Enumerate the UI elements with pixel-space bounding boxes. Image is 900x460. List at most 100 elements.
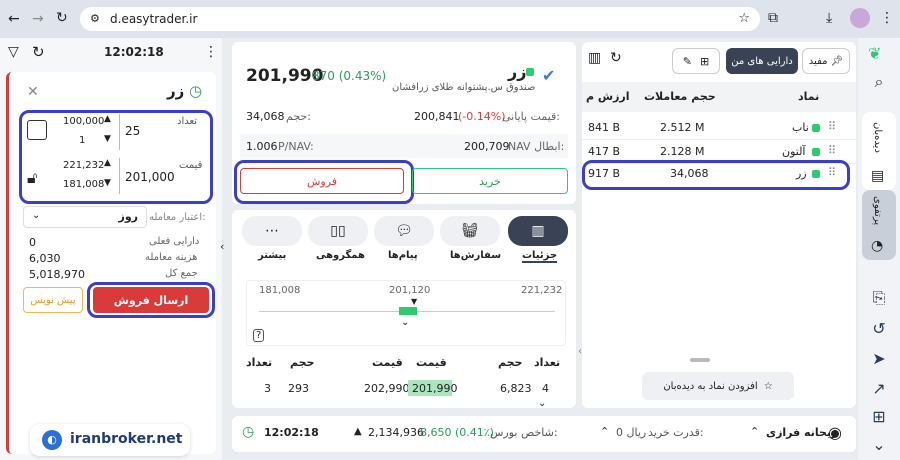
book-count-sell: 3 — [264, 382, 271, 395]
profile-avatar[interactable] — [850, 8, 870, 28]
scroll-indicator — [690, 358, 710, 362]
tab-mofid[interactable]: مفید 📌︎ — [802, 48, 850, 74]
price-range: 181,008 201,120 221,232 ▼ ⌄ ? — [246, 280, 566, 346]
tab-details[interactable]: جزئیات — [522, 250, 558, 263]
download-icon[interactable]: ⤓ — [826, 10, 832, 26]
table-row[interactable]: 841 B 2.512 M ناب ⠿ — [582, 116, 856, 140]
extensions-icon[interactable]: ⧉ — [768, 10, 778, 26]
filter-icon[interactable]: ▽ — [8, 44, 19, 60]
col-symbol: نماد — [798, 90, 820, 103]
help-icon[interactable]: ? — [253, 329, 265, 342]
history-icon[interactable]: ↺ — [865, 314, 893, 342]
status-dot — [812, 124, 820, 132]
row-symbol: زر — [796, 167, 807, 180]
row-volume: 2.128 M — [660, 145, 705, 158]
qty-input[interactable]: 25 — [125, 124, 140, 138]
reload-icon[interactable]: ↻ — [56, 10, 68, 26]
drag-handle-icon[interactable]: ⠿ — [828, 166, 836, 179]
chart-icon[interactable]: ↗ — [865, 374, 893, 402]
drag-handle-icon[interactable]: ⠿ — [828, 144, 836, 157]
search-icon[interactable]: ⌕ — [865, 68, 893, 96]
divider — [119, 114, 120, 150]
columns-icon[interactable]: ▥ — [588, 50, 601, 66]
pin-icon: 📌︎ — [830, 55, 844, 67]
total-value: 5,018,970 — [29, 268, 85, 281]
refresh-icon[interactable]: ↻ — [32, 43, 45, 61]
rail-portfolio-label: پرتفوی — [872, 196, 883, 226]
add-symbol-label: افزودن نماد به دیده‌بان — [663, 380, 758, 392]
tab-messages[interactable]: پیام‌ها — [388, 250, 418, 261]
calculator-icon[interactable] — [27, 120, 47, 140]
scroll-down-icon[interactable]: ⌄ — [538, 398, 546, 409]
book-header-vol-r: حجم — [290, 356, 315, 369]
close-icon[interactable]: ✕ — [27, 84, 39, 100]
tab-details-icon[interactable]: ▥ — [508, 216, 568, 246]
order-form: ✕ زر ◷ 100,000 1 ▲ ▼ تعداد 25 🔓︎ 221,232… — [6, 72, 216, 454]
price-up-icon[interactable]: ▲ — [104, 158, 111, 168]
watch-header: ارزش م حجم معاملات نماد — [582, 82, 856, 112]
expand-range-icon[interactable]: ⌄ — [401, 317, 409, 328]
user-chevron-icon[interactable]: ⌃ — [750, 425, 759, 438]
tab-peers-icon[interactable]: ▯▯ — [308, 216, 368, 246]
power-value: 0 ریال — [616, 426, 647, 439]
send-icon[interactable]: ➤ — [865, 344, 893, 372]
draft-button[interactable]: پیش نویس — [23, 287, 83, 313]
rail-chevron-icon[interactable]: ⌄ — [865, 430, 893, 458]
book-price-sell: 202,990 — [364, 382, 410, 395]
qty-max[interactable]: 100,000 — [63, 116, 104, 127]
user-icon[interactable]: ◉ — [828, 423, 842, 442]
index-value: 2,134,936 — [368, 426, 424, 439]
tab-more-icon[interactable]: ⋯ — [242, 216, 302, 246]
edit-icon[interactable]: ✎ — [683, 55, 692, 68]
send-sell-button[interactable]: ارسال فروش — [93, 287, 209, 313]
rail-portfolio[interactable]: پرتفوی ◔ — [862, 190, 896, 260]
price-min[interactable]: 181,008 — [63, 179, 104, 190]
credit-select[interactable]: ⌄ روز — [23, 206, 147, 228]
price-down-icon[interactable]: ▼ — [104, 178, 111, 188]
book-vol-sell: 293 — [288, 382, 309, 395]
index-up-icon: ▲ — [354, 426, 362, 437]
buy-button[interactable]: خرید — [412, 168, 568, 194]
collapse-left-icon[interactable]: ‹ — [220, 240, 224, 253]
orders-icon[interactable]: ⎘ — [865, 284, 893, 312]
bookmark-star-icon[interactable]: ☆ — [738, 11, 750, 26]
apps-icon[interactable]: ⊞ — [865, 402, 893, 430]
power-chevron-icon[interactable]: ⌃ — [600, 425, 609, 438]
unlock-icon[interactable]: 🔓︎ — [27, 168, 37, 188]
watch-refresh-icon[interactable]: ↻ — [610, 50, 622, 66]
divider — [119, 158, 120, 194]
sell-button[interactable]: فروش — [240, 168, 404, 194]
back-icon[interactable]: ← — [8, 11, 20, 27]
tab-peers[interactable]: همگروهی — [316, 250, 365, 261]
drag-handle-icon[interactable]: ⠿ — [828, 120, 836, 133]
more-vert-icon[interactable]: ⋮ — [204, 44, 218, 60]
tab-my-assets[interactable]: دارایی های من — [726, 48, 798, 74]
rail-watch[interactable]: دیده‌بان ▤ — [862, 112, 896, 190]
price-max[interactable]: 221,232 — [63, 160, 104, 171]
order-symbol: زر — [167, 82, 185, 100]
table-row[interactable]: 917 B 34,068 زر ⠿ — [586, 164, 850, 186]
add-list-icon[interactable]: ⊞ — [700, 55, 709, 68]
qty-min[interactable]: 1 — [79, 135, 85, 146]
add-star-icon: ☆ — [763, 380, 773, 392]
tab-orders[interactable]: سفارش‌ها — [450, 250, 501, 261]
row-symbol: ناب — [792, 121, 809, 134]
tab-more[interactable]: بیشتر — [258, 250, 286, 261]
total-label: جمع کل — [165, 268, 198, 279]
forward-icon[interactable]: → — [32, 11, 44, 27]
nav-label: NAV ابطال: — [508, 140, 565, 153]
tab-orders-icon[interactable]: 🧺︎ — [440, 216, 500, 246]
price-input[interactable]: 201,000 — [125, 170, 175, 184]
status-bar: ◷ 12:02:18 ▲ 2,134,936 8,650 (0.41٪) شاخ… — [232, 416, 856, 452]
user-name[interactable]: ریحانه فرازی — [766, 426, 837, 439]
browser-toolbar: ← → ↻ ⚙ d.easytrader.ir ☆ ⧉ ⤓ ⋮ — [0, 0, 900, 38]
book-price-buy: 201,990 — [412, 382, 458, 395]
address-bar[interactable]: ⚙ d.easytrader.ir ☆ — [80, 7, 760, 31]
add-symbol-button[interactable]: افزودن نماد به دیده‌بان ☆ — [642, 372, 794, 400]
tab-messages-icon[interactable]: 💬︎ — [374, 216, 434, 246]
qty-down-icon[interactable]: ▼ — [104, 134, 111, 144]
qty-up-icon[interactable]: ▲ — [104, 114, 111, 124]
site-info-icon[interactable]: ⚙ — [90, 12, 100, 25]
col-volume: حجم معاملات — [644, 90, 716, 103]
menu-icon[interactable]: ⋮ — [880, 10, 894, 26]
